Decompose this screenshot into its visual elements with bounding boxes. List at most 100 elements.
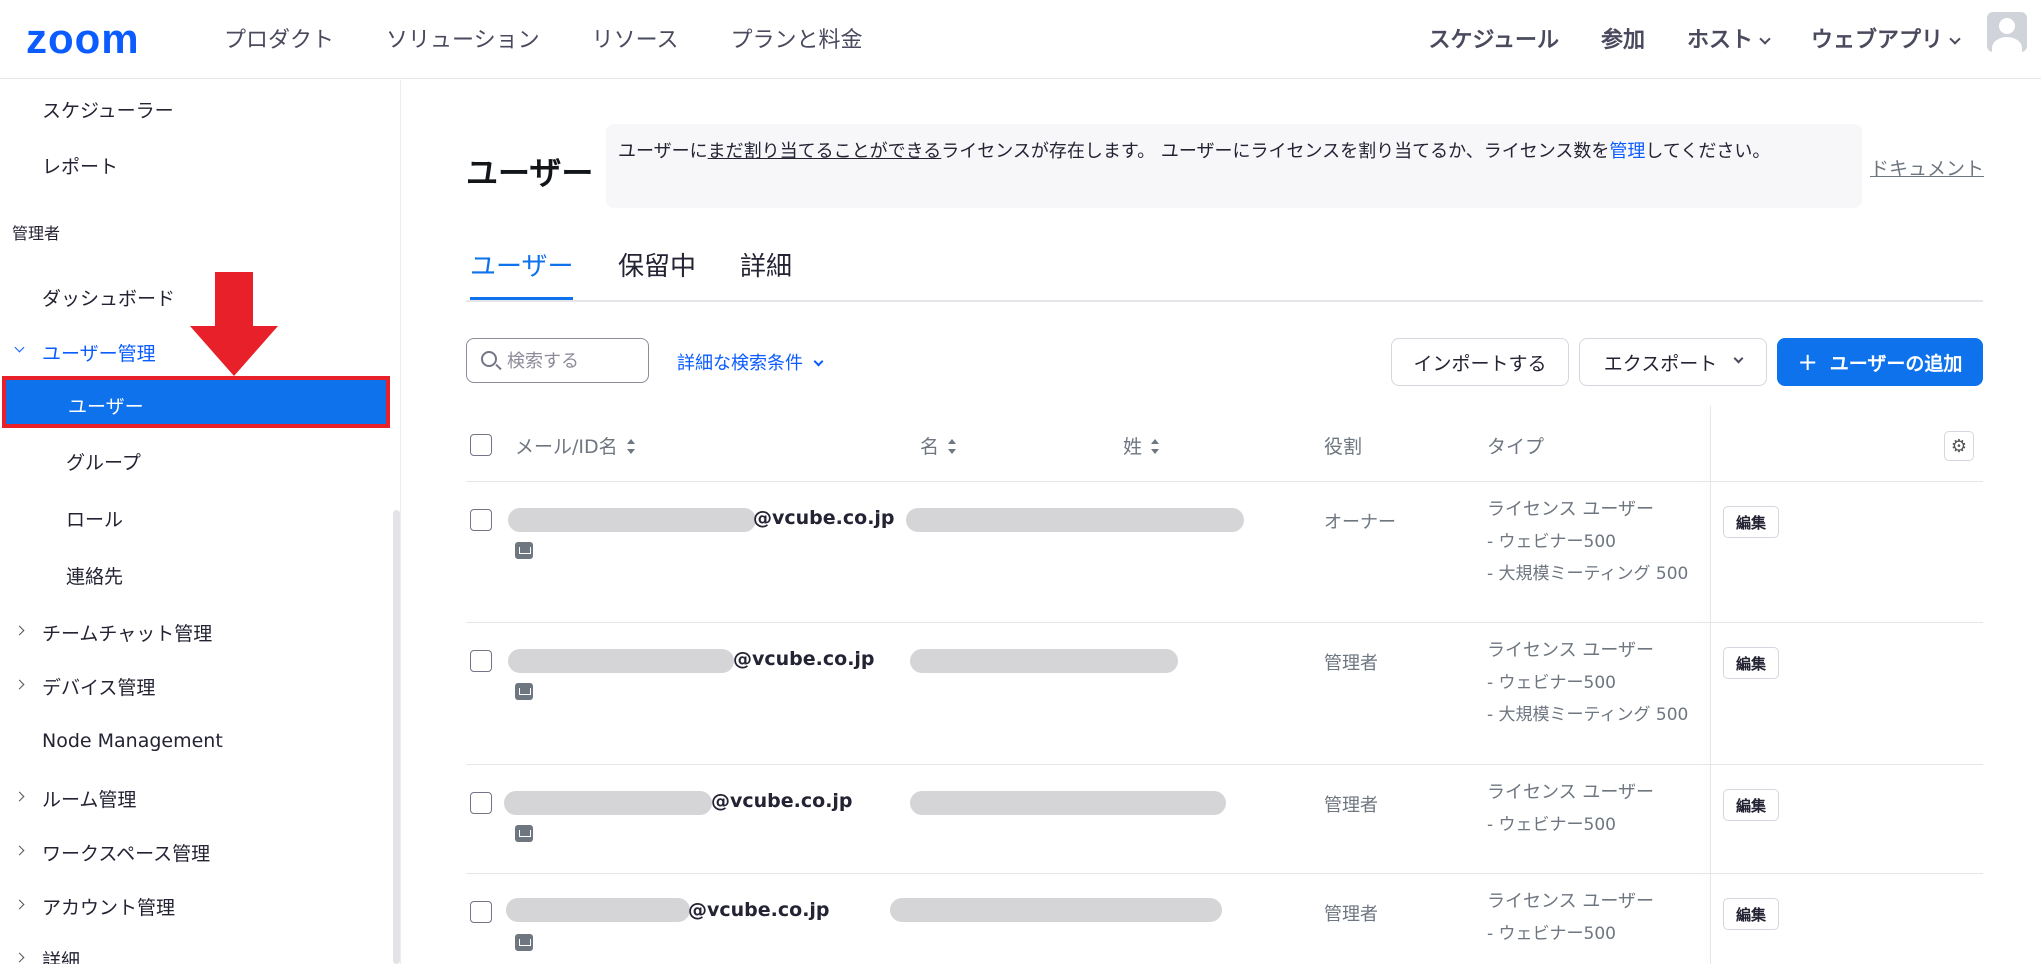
sidebar-item-user-management[interactable]: ユーザー管理 [42, 339, 156, 366]
column-first-name-label: 名 [920, 436, 940, 458]
email-domain[interactable]: @vcube.co.jp [753, 507, 895, 529]
select-all-checkbox[interactable] [470, 434, 492, 456]
edit-button[interactable]: 編集 [1723, 789, 1779, 821]
sort-icon [626, 438, 636, 457]
chevron-down-icon [1733, 353, 1744, 363]
chevron-down-icon [14, 342, 25, 353]
documentation-link[interactable]: ドキュメント [1870, 154, 1984, 181]
tab-users[interactable]: ユーザー [470, 246, 574, 300]
sidebar-item-dashboard[interactable]: ダッシュボード [42, 284, 175, 311]
edit-button[interactable]: 編集 [1723, 647, 1779, 679]
column-email-label: メール/ID名 [515, 436, 618, 458]
zoom-logo[interactable]: zoom [26, 18, 140, 60]
sidebar-item-details[interactable]: 詳細 [42, 946, 80, 964]
page-title: ユーザー [466, 154, 594, 192]
edit-button[interactable]: 編集 [1723, 898, 1779, 930]
import-button[interactable]: インポートする [1391, 338, 1569, 386]
sidebar-item-users-label: ユーザー [68, 396, 144, 418]
license-addon: - ウェビナー500 [1487, 924, 1616, 944]
nav-resources[interactable]: リソース [592, 22, 679, 54]
redacted-email [504, 791, 712, 815]
row-checkbox[interactable] [470, 901, 492, 923]
column-last-name[interactable]: 姓 [1123, 432, 1160, 459]
nav-solutions[interactable]: ソリューション [386, 22, 540, 54]
license-addon: - ウェビナー500 [1487, 532, 1616, 552]
nav-plans-pricing[interactable]: プランと料金 [730, 22, 862, 54]
notice-manage-link[interactable]: 管理 [1609, 141, 1645, 162]
sort-icon [1150, 438, 1160, 457]
mail-icon [515, 542, 533, 559]
sidebar-item-workspace[interactable]: ワークスペース管理 [42, 839, 210, 866]
add-user-button[interactable]: + ユーザーの追加 [1777, 338, 1983, 386]
license-addon: - 大規模ミーティング 500 [1487, 564, 1689, 584]
advanced-search-label: 詳細な検索条件 [677, 353, 803, 374]
export-button[interactable]: エクスポート [1579, 338, 1767, 386]
chevron-down-icon [813, 356, 824, 367]
table-header: メール/ID名 名 姓 役割 タイプ ⚙ [466, 416, 1983, 482]
sidebar-item-team-chat[interactable]: チームチャット管理 [42, 619, 212, 646]
notice-text-2: ライセンスが存在します。 ユーザーにライセンスを割り当てるか、ライセンス数を [941, 141, 1610, 162]
sidebar-item-roles[interactable]: ロール [66, 505, 123, 532]
redacted-name [910, 791, 1226, 815]
license-type: ライセンス ユーザー - ウェビナー500 [1487, 886, 1654, 950]
nav-web-app-label: ウェブアプリ [1810, 28, 1943, 53]
search-icon [481, 351, 497, 367]
sidebar-item-users[interactable]: ユーザー [2, 376, 390, 428]
chevron-down-icon [1949, 33, 1961, 45]
export-button-label: エクスポート [1603, 352, 1718, 375]
nav-join[interactable]: 参加 [1601, 22, 1645, 54]
table-row: @vcube.co.jp オーナー ライセンス ユーザー - ウェビナー500 … [466, 482, 1983, 623]
redacted-email [506, 898, 690, 922]
sidebar-item-report[interactable]: レポート [42, 152, 118, 179]
nav-product[interactable]: プロダクト [224, 22, 334, 54]
nav-web-app[interactable]: ウェブアプリ [1810, 22, 1961, 54]
sidebar-item-account[interactable]: アカウント管理 [42, 893, 175, 920]
table-row: @vcube.co.jp 管理者 ライセンス ユーザー - ウェビナー500 -… [466, 623, 1983, 765]
sidebar-item-scheduler[interactable]: スケジューラー [42, 96, 174, 123]
sidebar-item-node-management[interactable]: Node Management [42, 730, 223, 752]
notice-text-1: ユーザーに [618, 141, 708, 162]
nav-host[interactable]: ホスト [1687, 22, 1771, 54]
column-email[interactable]: メール/ID名 [515, 432, 636, 459]
sidebar-item-room[interactable]: ルーム管理 [42, 785, 136, 812]
secondary-nav: スケジュール 参加 ホスト ウェブアプリ [1428, 22, 1961, 54]
search-input[interactable] [507, 347, 642, 375]
column-first-name[interactable]: 名 [920, 432, 957, 459]
email-domain[interactable]: @vcube.co.jp [711, 790, 853, 812]
sidebar-item-groups[interactable]: グループ [66, 448, 141, 475]
sidebar-scrollbar[interactable] [393, 510, 400, 964]
nav-schedule[interactable]: スケジュール [1428, 22, 1558, 54]
sidebar-item-device[interactable]: デバイス管理 [42, 673, 155, 700]
license-addon: - 大規模ミーティング 500 [1487, 705, 1689, 725]
mail-icon [515, 825, 533, 842]
red-arrow-down-icon [190, 272, 278, 376]
email-domain[interactable]: @vcube.co.jp [733, 648, 875, 670]
row-checkbox[interactable] [470, 792, 492, 814]
redacted-email [508, 649, 734, 673]
sidebar-item-contacts[interactable]: 連絡先 [66, 562, 123, 589]
add-user-label: ユーザーの追加 [1829, 352, 1963, 375]
user-role: オーナー [1324, 512, 1396, 533]
chevron-right-icon [14, 791, 25, 802]
email-domain[interactable]: @vcube.co.jp [688, 899, 830, 921]
notice-unassigned-link[interactable]: まだ割り当てることができる [708, 141, 942, 162]
column-role: 役割 [1324, 436, 1363, 458]
redacted-email [508, 508, 756, 532]
row-checkbox[interactable] [470, 650, 492, 672]
user-role: 管理者 [1324, 653, 1378, 674]
mail-icon [515, 934, 533, 951]
license-type-label: ライセンス ユーザー [1487, 640, 1655, 661]
chevron-right-icon [14, 952, 25, 963]
license-type: ライセンス ユーザー - ウェビナー500 - 大規模ミーティング 500 [1487, 494, 1688, 590]
gear-icon[interactable]: ⚙ [1944, 431, 1974, 461]
column-type: タイプ [1487, 436, 1545, 458]
row-checkbox[interactable] [470, 509, 492, 531]
sort-icon [947, 438, 957, 457]
tab-pending[interactable]: 保留中 [618, 246, 696, 297]
license-addon: - ウェビナー500 [1487, 815, 1616, 835]
tab-details[interactable]: 詳細 [740, 246, 792, 297]
edit-button[interactable]: 編集 [1723, 506, 1779, 538]
advanced-search-toggle[interactable]: 詳細な検索条件 [677, 349, 824, 375]
user-avatar[interactable] [1987, 12, 2027, 52]
chevron-right-icon [14, 679, 25, 690]
